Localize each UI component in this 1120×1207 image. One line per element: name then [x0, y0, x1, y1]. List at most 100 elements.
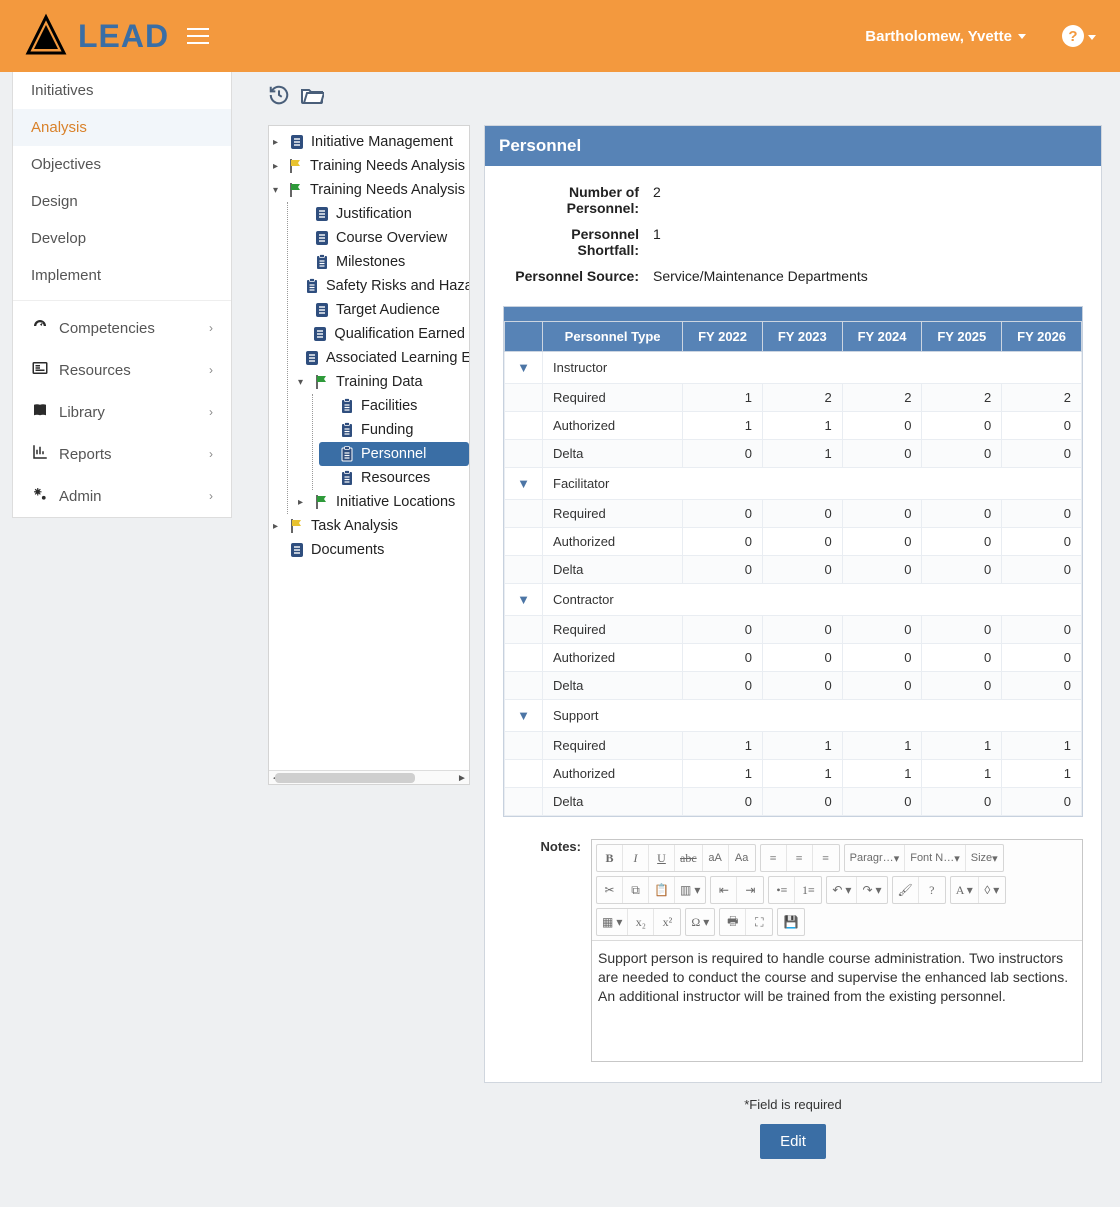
user-menu[interactable]: Bartholomew, Yvette	[865, 28, 1026, 45]
clip-icon	[313, 253, 331, 271]
text-color-button[interactable]: A ▾	[951, 877, 979, 903]
tree-node[interactable]: ▸Initiative Management	[269, 130, 469, 154]
num-personnel-value: 2	[653, 184, 661, 216]
paste-special-button[interactable]: ▥ ▾	[675, 877, 705, 903]
fontsize-select[interactable]: Size▾	[966, 845, 1003, 871]
fontname-select[interactable]: Font N… ▾	[905, 845, 966, 871]
tree-node[interactable]: Facilities	[319, 394, 469, 418]
tree-node[interactable]: Justification	[294, 202, 469, 226]
tree-node[interactable]: Documents	[269, 538, 469, 562]
table-button[interactable]: ▦ ▾	[597, 909, 628, 935]
bullets-button[interactable]: •≡	[769, 877, 795, 903]
sidebar-item-design[interactable]: Design	[13, 183, 231, 220]
font-button[interactable]: Aa	[729, 845, 755, 871]
tree-node[interactable]: ▸Task Analysis	[269, 514, 469, 538]
outdent-button[interactable]: ⇤	[711, 877, 737, 903]
caret-down-icon	[1018, 28, 1026, 45]
clip-icon	[338, 445, 356, 463]
doc-icon	[288, 541, 306, 559]
italic-button[interactable]: I	[623, 845, 649, 871]
tree-node[interactable]: ▾Training Data	[294, 370, 469, 394]
clip-icon	[303, 277, 321, 295]
gears-icon	[31, 485, 49, 507]
bold-button[interactable]: B	[597, 845, 623, 871]
edit-button[interactable]: Edit	[760, 1124, 826, 1159]
clear-format-button[interactable]: 🖌	[893, 877, 919, 903]
grid-data-row: Required00000	[505, 500, 1082, 528]
tree-node[interactable]: Milestones	[294, 250, 469, 274]
paste-button[interactable]: 📋	[649, 877, 675, 903]
tree-node-label: Facilities	[361, 398, 417, 414]
superscript-button[interactable]: x²	[654, 909, 680, 935]
sidebar-item-develop[interactable]: Develop	[13, 220, 231, 257]
symbol-button[interactable]: Ω ▾	[686, 909, 714, 935]
subscript-button[interactable]: x₂	[628, 909, 654, 935]
fullscreen-button[interactable]: ⛶	[746, 909, 772, 935]
align-right-button[interactable]: ≡	[813, 845, 839, 871]
save-button[interactable]: 💾	[778, 909, 804, 935]
tree-node-label: Personnel	[361, 446, 426, 462]
caret-down-icon	[1088, 28, 1096, 44]
strike-button[interactable]: abc	[675, 845, 703, 871]
help-menu[interactable]: ?	[1062, 25, 1096, 47]
sidebar-group-reports[interactable]: Reports›	[13, 433, 231, 475]
tree-node[interactable]: Course Overview	[294, 226, 469, 250]
sidebar-item-analysis[interactable]: Analysis	[13, 109, 231, 146]
grid-group-row[interactable]: ▼Instructor	[505, 352, 1082, 384]
grid-group-row[interactable]: ▼Support	[505, 700, 1082, 732]
grid-group-row[interactable]: ▼Facilitator	[505, 468, 1082, 500]
grid-data-row: Delta00000	[505, 556, 1082, 584]
sidebar-item-objectives[interactable]: Objectives	[13, 146, 231, 183]
menu-toggle[interactable]	[187, 23, 209, 49]
tree-node-label: Funding	[361, 422, 413, 438]
grid-data-row: Delta00000	[505, 672, 1082, 700]
sidebar-item-implement[interactable]: Implement	[13, 257, 231, 294]
underline-button[interactable]: U	[649, 845, 675, 871]
redo-button[interactable]: ↷ ▾	[857, 877, 886, 903]
gauge-icon	[31, 317, 49, 339]
sidebar-group-library[interactable]: Library›	[13, 391, 231, 433]
align-center-button[interactable]: ≡	[787, 845, 813, 871]
history-icon[interactable]	[268, 84, 290, 109]
sidebar-group-resources[interactable]: Resources›	[13, 349, 231, 391]
grid-group-row[interactable]: ▼Contractor	[505, 584, 1082, 616]
bg-color-button[interactable]: ◊ ▾	[979, 877, 1005, 903]
tree-node[interactable]: Qualification Earned	[294, 322, 469, 346]
tree-node[interactable]: ▸Training Needs Analysis	[269, 154, 469, 178]
numbering-button[interactable]: 1≡	[795, 877, 821, 903]
cut-button[interactable]: ✂	[597, 877, 623, 903]
sidebar-group-admin[interactable]: Admin›	[13, 475, 231, 517]
tree-node-label: Course Overview	[336, 230, 447, 246]
notes-textarea[interactable]: Support person is required to handle cou…	[592, 941, 1082, 1061]
clip-icon	[338, 421, 356, 439]
doc-icon	[288, 133, 306, 151]
required-field-note: *Field is required	[744, 1097, 842, 1112]
paragraph-select[interactable]: Paragr… ▾	[845, 845, 906, 871]
case-button[interactable]: aA	[703, 845, 729, 871]
tree-node-label: Training Needs Analysis	[310, 158, 465, 174]
copy-button[interactable]: ⧉	[623, 877, 649, 903]
sidebar-group-competencies[interactable]: Competencies›	[13, 307, 231, 349]
tree-node[interactable]: ▾Training Needs Analysis	[269, 178, 469, 202]
flag-yellow-icon	[287, 157, 305, 175]
undo-button[interactable]: ↶ ▾	[827, 877, 857, 903]
tree-node[interactable]: Associated Learning Events	[294, 346, 469, 370]
shortfall-label: Personnel Shortfall:	[511, 226, 639, 258]
tree-node-label: Training Data	[336, 374, 423, 390]
tree-node[interactable]: Safety Risks and Hazards	[294, 274, 469, 298]
tree-node[interactable]: Personnel	[319, 442, 469, 466]
tree-node[interactable]: Funding	[319, 418, 469, 442]
horizontal-scrollbar[interactable]: ◄ ►	[269, 770, 469, 784]
indent-button[interactable]: ⇥	[737, 877, 763, 903]
num-personnel-label: Number of Personnel:	[511, 184, 639, 216]
tree-node[interactable]: Resources	[319, 466, 469, 490]
align-left-button[interactable]: ≡	[761, 845, 787, 871]
folder-icon[interactable]	[300, 84, 324, 109]
tree-node[interactable]: ▸Initiative Locations	[294, 490, 469, 514]
tree-node[interactable]: Target Audience	[294, 298, 469, 322]
help-button[interactable]: ?	[919, 877, 945, 903]
sidebar-item-initiatives[interactable]: Initiatives	[13, 72, 231, 109]
flag-green-icon	[313, 493, 331, 511]
print-button[interactable]: 🖶	[720, 909, 746, 935]
doc-icon	[313, 205, 331, 223]
